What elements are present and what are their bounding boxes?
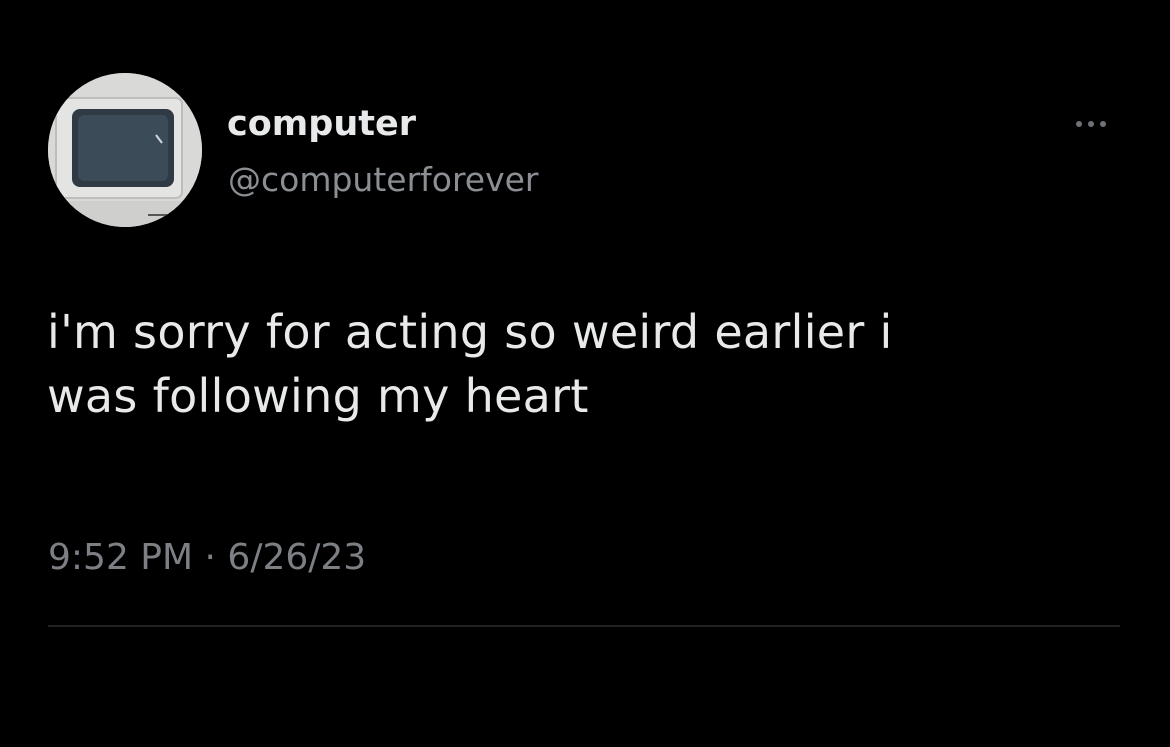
meta-separator: ·	[204, 537, 216, 578]
tweet-card: computer @computerforever i'm sorry for …	[0, 0, 1170, 747]
tweet-timestamp[interactable]: 9:52 PM · 6/26/23	[48, 537, 366, 578]
more-horizontal-icon[interactable]	[1072, 112, 1110, 136]
avatar[interactable]	[48, 73, 202, 227]
tweet-text: i'm sorry for acting so weird earlier i …	[47, 300, 1127, 428]
old-computer-monitor-icon	[48, 73, 202, 227]
tweet-time: 9:52 PM	[48, 537, 194, 578]
author-handle[interactable]: @computerforever	[228, 160, 539, 199]
divider	[48, 625, 1120, 627]
tweet-text-line: i'm sorry for acting so weird earlier i	[47, 305, 893, 359]
author-display-name[interactable]: computer	[227, 104, 416, 144]
tweet-text-line: was following my heart	[47, 369, 589, 423]
tweet-date: 6/26/23	[227, 537, 367, 578]
